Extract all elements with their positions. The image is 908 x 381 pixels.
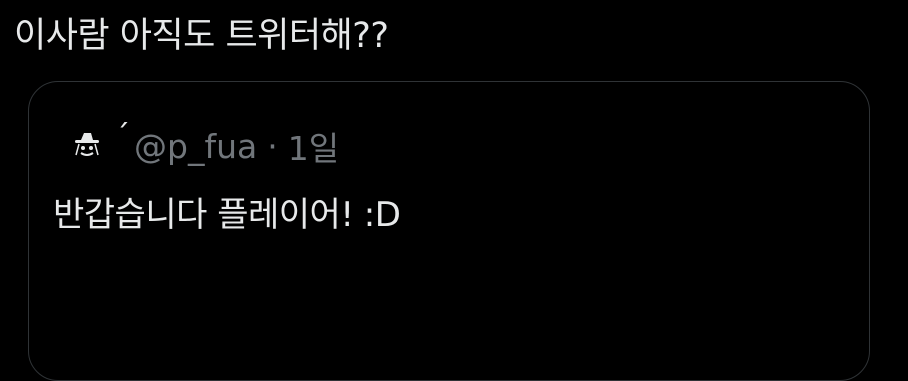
tweet-text: 이사람 아직도 트위터해?? <box>14 16 389 56</box>
display-name[interactable]: ˊ <box>115 119 130 154</box>
user-handle[interactable]: @p_fua <box>134 127 257 166</box>
hat-avatar-icon <box>72 130 102 162</box>
quoted-tweet-header: ˊ @p_fua · 1일 <box>65 119 339 170</box>
timestamp[interactable]: 1일 <box>288 122 339 170</box>
quoted-tweet-text: 반갑습니다 플레이어! :D <box>53 195 401 235</box>
avatar[interactable] <box>65 124 109 168</box>
meta-separator: · <box>267 126 278 166</box>
quoted-tweet-card[interactable]: ˊ @p_fua · 1일 반갑습니다 플레이어! :D <box>28 81 870 381</box>
